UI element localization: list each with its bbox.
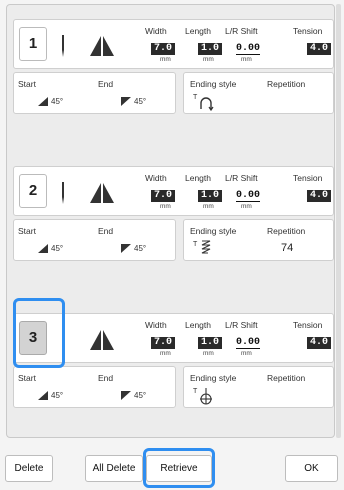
ending-style-panel[interactable]: Ending style Repetition T	[183, 72, 334, 114]
end-angle-value: 45°	[134, 391, 147, 400]
end-triangle-icon	[121, 244, 131, 253]
stitch-pattern-icon	[90, 183, 114, 203]
button-bar: Delete All Delete Retrieve OK	[0, 440, 344, 490]
start-label: Start	[18, 373, 36, 383]
needle-position-icon	[62, 182, 64, 204]
start-triangle-icon	[38, 244, 48, 253]
length-value[interactable]: 1.0	[198, 337, 222, 349]
tension-value[interactable]: 4.0	[307, 190, 331, 202]
length-unit: mm	[203, 350, 214, 357]
stitch-pattern-icon	[90, 330, 114, 350]
svg-text:T: T	[193, 94, 198, 101]
tension-value[interactable]: 4.0	[307, 43, 331, 55]
start-label: Start	[18, 79, 36, 89]
repetition-value[interactable]: 74	[281, 242, 293, 254]
shift-label: L/R Shift	[225, 320, 258, 330]
end-angle[interactable]: 45°	[121, 244, 146, 253]
delete-button[interactable]: Delete	[5, 455, 53, 482]
ending-style-label: Ending style	[190, 79, 237, 89]
start-angle-value: 45°	[51, 391, 64, 400]
shift-value[interactable]: 0.00	[236, 337, 260, 349]
start-triangle-icon	[38, 391, 48, 400]
width-value[interactable]: 7.0	[151, 337, 175, 349]
length-value[interactable]: 1.0	[198, 43, 222, 55]
repetition-label: Repetition	[267, 79, 306, 89]
shift-value[interactable]: 0.00	[236, 190, 260, 202]
shift-label: L/R Shift	[225, 26, 258, 36]
start-triangle-icon	[38, 97, 48, 106]
stitch-settings-row[interactable]: 3 Width Length L/R Shift Tension 7.0 1.0…	[13, 313, 334, 363]
length-value[interactable]: 1.0	[198, 190, 222, 202]
width-unit: mm	[160, 56, 171, 63]
start-end-panel[interactable]: Start End 45° 45°	[13, 366, 176, 408]
stitch-number[interactable]: 2	[19, 174, 47, 208]
retrieve-button[interactable]: Retrieve	[146, 455, 212, 482]
stitch-entry-1[interactable]: 1 Width Length L/R Shift Tension 7.0 1.0…	[13, 19, 334, 114]
needle-stop-icon: T	[193, 388, 212, 405]
start-end-panel[interactable]: Start End 45° 45°	[13, 72, 176, 114]
tension-label: Tension	[293, 320, 323, 330]
repetition-label: Repetition	[267, 373, 306, 383]
ending-style-panel[interactable]: Ending style Repetition T 74	[183, 219, 334, 261]
length-unit: mm	[203, 56, 214, 63]
repetition-label: Repetition	[267, 226, 306, 236]
start-angle-value: 45°	[51, 97, 64, 106]
end-angle-value: 45°	[134, 97, 147, 106]
start-label: Start	[18, 226, 36, 236]
end-triangle-icon	[121, 97, 131, 106]
width-unit: mm	[160, 203, 171, 210]
width-value[interactable]: 7.0	[151, 190, 175, 202]
shift-unit: mm	[241, 56, 252, 63]
ending-style-label: Ending style	[190, 373, 237, 383]
start-angle[interactable]: 45°	[38, 97, 63, 106]
scrollbar[interactable]	[336, 4, 341, 438]
ending-style-panel[interactable]: Ending style Repetition T	[183, 366, 334, 408]
shift-label: L/R Shift	[225, 173, 258, 183]
length-label: Length	[185, 26, 211, 36]
length-unit: mm	[203, 203, 214, 210]
ok-button[interactable]: OK	[285, 455, 338, 482]
width-label: Width	[145, 320, 167, 330]
ending-style-label: Ending style	[190, 226, 237, 236]
width-unit: mm	[160, 350, 171, 357]
stitch-entry-3[interactable]: 3 Width Length L/R Shift Tension 7.0 1.0…	[13, 313, 334, 408]
tie-off-loop-icon: T	[193, 94, 214, 112]
edit-stitch-list-screen: 1 Width Length L/R Shift Tension 7.0 1.0…	[0, 0, 344, 490]
end-label: End	[98, 79, 114, 89]
end-angle-value: 45°	[134, 244, 147, 253]
stitch-entry-2[interactable]: 2 Width Length L/R Shift Tension 7.0 1.0…	[13, 166, 334, 261]
length-label: Length	[185, 320, 211, 330]
stitch-number[interactable]: 1	[19, 27, 47, 61]
end-label: End	[98, 226, 114, 236]
tension-label: Tension	[293, 173, 323, 183]
tension-value[interactable]: 4.0	[307, 337, 331, 349]
svg-text:T: T	[193, 241, 198, 248]
start-angle-value: 45°	[51, 244, 64, 253]
shift-value[interactable]: 0.00	[236, 43, 260, 55]
stitch-settings-row[interactable]: 1 Width Length L/R Shift Tension 7.0 1.0…	[13, 19, 334, 69]
start-angle[interactable]: 45°	[38, 244, 63, 253]
width-label: Width	[145, 173, 167, 183]
end-label: End	[98, 373, 114, 383]
svg-text:T: T	[193, 388, 198, 395]
start-angle[interactable]: 45°	[38, 391, 63, 400]
width-label: Width	[145, 26, 167, 36]
length-label: Length	[185, 173, 211, 183]
end-angle[interactable]: 45°	[121, 97, 146, 106]
end-angle[interactable]: 45°	[121, 391, 146, 400]
start-end-panel[interactable]: Start End 45° 45°	[13, 219, 176, 261]
end-triangle-icon	[121, 391, 131, 400]
width-value[interactable]: 7.0	[151, 43, 175, 55]
shift-unit: mm	[241, 203, 252, 210]
stitch-settings-row[interactable]: 2 Width Length L/R Shift Tension 7.0 1.0…	[13, 166, 334, 216]
needle-position-icon	[62, 35, 64, 57]
needle-position-icon	[62, 329, 64, 351]
tension-label: Tension	[293, 26, 323, 36]
all-delete-button[interactable]: All Delete	[85, 455, 143, 482]
stitch-pattern-icon	[90, 36, 114, 56]
shift-unit: mm	[241, 350, 252, 357]
stitch-number-selected[interactable]: 3	[19, 321, 47, 355]
repeat-zigzag-icon: T	[193, 240, 211, 254]
